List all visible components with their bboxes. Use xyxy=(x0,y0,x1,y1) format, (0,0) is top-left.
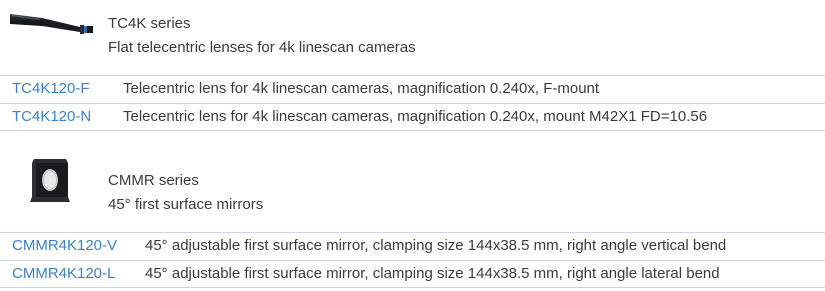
product-row: TC4K120-F Telecentric lens for 4k linesc… xyxy=(0,75,825,103)
series-title: TC4K series xyxy=(108,15,191,32)
product-description: 45° adjustable first surface mirror, cla… xyxy=(145,237,727,254)
series-header-cmmr: CMMR series 45° first surface mirrors xyxy=(0,150,825,220)
series-subtitle: 45° first surface mirrors xyxy=(108,196,264,213)
product-row: CMMR4K120-L 45° adjustable first surface… xyxy=(0,260,825,288)
series-title: CMMR series xyxy=(108,172,199,189)
product-code-link[interactable]: TC4K120-F xyxy=(12,79,90,99)
product-description: Telecentric lens for 4k linescan cameras… xyxy=(123,108,708,125)
product-code-link[interactable]: CMMR4K120-V xyxy=(12,236,117,256)
product-description: Telecentric lens for 4k linescan cameras… xyxy=(123,80,600,97)
series-header-tc4k: TC4K series Flat telecentric lenses for … xyxy=(0,0,825,64)
mirror-block-image[interactable] xyxy=(28,156,72,213)
series-subtitle: Flat telecentric lenses for 4k linescan … xyxy=(108,39,416,56)
telecentric-lens-image[interactable] xyxy=(0,0,102,69)
product-code-link[interactable]: TC4K120-N xyxy=(12,107,91,127)
product-description: 45° adjustable first surface mirror, cla… xyxy=(145,265,720,282)
product-code-link[interactable]: CMMR4K120-L xyxy=(12,264,115,284)
product-row: TC4K120-N Telecentric lens for 4k linesc… xyxy=(0,103,825,131)
product-row: CMMR4K120-V 45° adjustable first surface… xyxy=(0,232,825,260)
